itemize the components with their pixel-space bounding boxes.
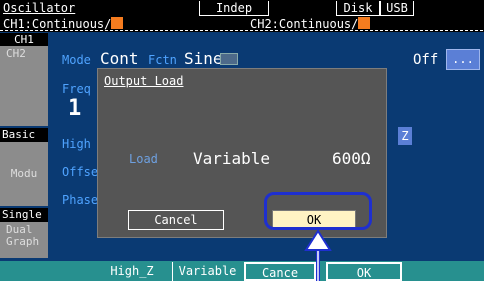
callout-arrow-icon <box>304 229 332 281</box>
oscillator-screen: Oscillator Indep Disk USB CH1:Continuous… <box>0 0 484 281</box>
